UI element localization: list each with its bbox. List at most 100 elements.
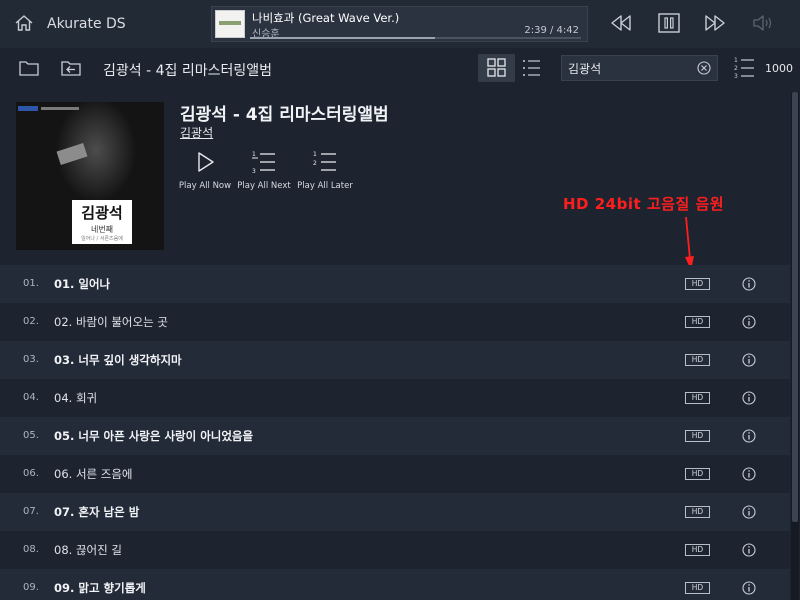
track-number: 03. — [23, 354, 39, 365]
hd-badge: HD — [685, 544, 710, 556]
info-icon[interactable] — [742, 505, 756, 519]
scrollbar-thumb[interactable] — [792, 92, 798, 522]
play-all-next-button[interactable]: 1 3 Play All Next — [234, 150, 294, 196]
grid-view-button[interactable] — [478, 54, 515, 82]
info-icon[interactable] — [742, 391, 756, 405]
now-playing-artwork — [215, 10, 245, 38]
back-icon[interactable] — [60, 58, 82, 78]
track-row[interactable]: 07. 07. 혼자 남은 밤 HD — [0, 493, 790, 531]
track-number: 05. — [23, 430, 39, 441]
now-playing-time: 2:39 / 4:42 — [524, 25, 579, 36]
track-number: 09. — [23, 582, 39, 593]
hd-badge: HD — [685, 354, 710, 366]
track-title: 03. 너무 깊이 생각하지마 — [54, 353, 182, 367]
view-toggle — [478, 54, 548, 82]
track-number: 07. — [23, 506, 39, 517]
track-title: 06. 서른 즈음에 — [54, 467, 133, 481]
track-row[interactable]: 03. 03. 너무 깊이 생각하지마 HD — [0, 341, 790, 379]
svg-text:1: 1 — [734, 57, 738, 64]
top-bar: Akurate DS 나비효과 (Great Wave Ver.) 신승훈 2:… — [0, 0, 800, 48]
track-number: 08. — [23, 544, 39, 555]
clear-icon[interactable] — [697, 61, 711, 75]
track-row[interactable]: 05. 05. 너무 아픈 사랑은 사랑이 아니었음을 HD — [0, 417, 790, 455]
previous-icon — [611, 15, 631, 31]
list-icon — [523, 60, 540, 76]
volume-button[interactable] — [751, 12, 775, 34]
play-all-now-label: Play All Now — [178, 181, 232, 191]
progress-fill — [250, 37, 436, 39]
scrollbar[interactable] — [791, 92, 799, 600]
info-icon[interactable] — [742, 277, 756, 291]
album-artist-link[interactable]: 김광석 — [180, 124, 213, 141]
track-row[interactable]: 04. 04. 회귀 HD — [0, 379, 790, 417]
track-number: 01. — [23, 278, 39, 289]
hd-badge: HD — [685, 468, 710, 480]
hd-badge: HD — [685, 278, 710, 290]
home-icon[interactable] — [14, 13, 34, 33]
track-title: 05. 너무 아픈 사랑은 사랑이 아니었음을 — [54, 429, 254, 443]
list-view-button[interactable] — [515, 54, 548, 82]
track-title: 09. 맑고 향기롭게 — [54, 581, 146, 595]
info-icon[interactable] — [742, 543, 756, 557]
album-artwork: 김광석 네번째 일어나 / 서른즈음에 — [16, 102, 164, 250]
pause-icon — [658, 13, 680, 33]
app-title: Akurate DS — [47, 16, 126, 32]
hd-annotation: HD 24bit 고음질 음원 — [563, 195, 725, 213]
play-all-next-label: Play All Next — [237, 181, 291, 191]
library-toolbar: 김광석 - 4집 리마스터링앨범 1 2 3 — [0, 48, 800, 90]
next-icon — [705, 15, 725, 31]
next-button[interactable] — [703, 12, 727, 34]
queue-next-icon: 1 3 — [252, 151, 275, 174]
info-icon[interactable] — [742, 353, 756, 367]
track-row[interactable]: 01. 01. 일어나 HD — [0, 265, 790, 303]
track-row[interactable]: 02. 02. 바람이 불어오는 곳 HD — [0, 303, 790, 341]
album-title: 김광석 - 4집 리마스터링앨범 — [180, 105, 389, 125]
track-row[interactable]: 09. 09. 맑고 향기롭게 HD — [0, 569, 790, 600]
svg-text:1: 1 — [313, 151, 317, 158]
now-playing-progress[interactable] — [250, 37, 581, 39]
folder-icon[interactable] — [18, 58, 40, 78]
info-icon[interactable] — [742, 467, 756, 481]
info-icon[interactable] — [742, 581, 756, 595]
search-input[interactable] — [568, 59, 693, 77]
breadcrumb-album: 김광석 - 4집 리마스터링앨범 — [103, 63, 272, 79]
play-all-later-button[interactable]: 1 2 Play All Later — [295, 150, 355, 196]
track-number: 06. — [23, 468, 39, 479]
hd-badge: HD — [685, 582, 710, 594]
track-title: 04. 회귀 — [54, 391, 98, 405]
hd-badge: HD — [685, 316, 710, 328]
track-number: 04. — [23, 392, 39, 403]
track-title: 08. 끊어진 길 — [54, 543, 122, 557]
track-row[interactable]: 08. 08. 끊어진 길 HD — [0, 531, 790, 569]
numbered-list-icon[interactable]: 1 2 3 — [733, 56, 755, 80]
annotation-arrow-icon — [685, 216, 694, 270]
svg-text:3: 3 — [734, 73, 738, 80]
hd-badge: HD — [685, 506, 710, 518]
grid-icon — [487, 58, 506, 77]
play-icon — [198, 152, 214, 172]
info-icon[interactable] — [742, 429, 756, 443]
album-artwork-label: 김광석 네번째 일어나 / 서른즈음에 — [72, 200, 132, 244]
track-row[interactable]: 06. 06. 서른 즈음에 HD — [0, 455, 790, 493]
hd-badge: HD — [685, 430, 710, 442]
svg-text:1: 1 — [252, 151, 256, 158]
search-box — [561, 55, 718, 81]
result-count[interactable]: 1000 — [765, 62, 793, 75]
svg-text:2: 2 — [313, 160, 317, 167]
track-number: 02. — [23, 316, 39, 327]
track-title: 02. 바람이 불어오는 곳 — [54, 315, 168, 329]
track-title: 07. 혼자 남은 밤 — [54, 505, 140, 519]
volume-icon — [753, 15, 772, 31]
play-all-later-label: Play All Later — [297, 181, 353, 191]
info-icon[interactable] — [742, 315, 756, 329]
svg-text:3: 3 — [252, 168, 256, 174]
previous-button[interactable] — [609, 12, 633, 34]
hd-badge: HD — [685, 392, 710, 404]
now-playing-panel[interactable]: 나비효과 (Great Wave Ver.) 신승훈 2:39 / 4:42 — [211, 6, 588, 42]
track-title: 01. 일어나 — [54, 277, 111, 291]
play-all-now-button[interactable]: Play All Now — [175, 150, 235, 196]
queue-later-icon: 1 2 — [313, 151, 336, 171]
pause-button[interactable] — [657, 12, 681, 34]
svg-text:2: 2 — [734, 65, 738, 72]
now-playing-title: 나비효과 (Great Wave Ver.) — [252, 11, 400, 25]
